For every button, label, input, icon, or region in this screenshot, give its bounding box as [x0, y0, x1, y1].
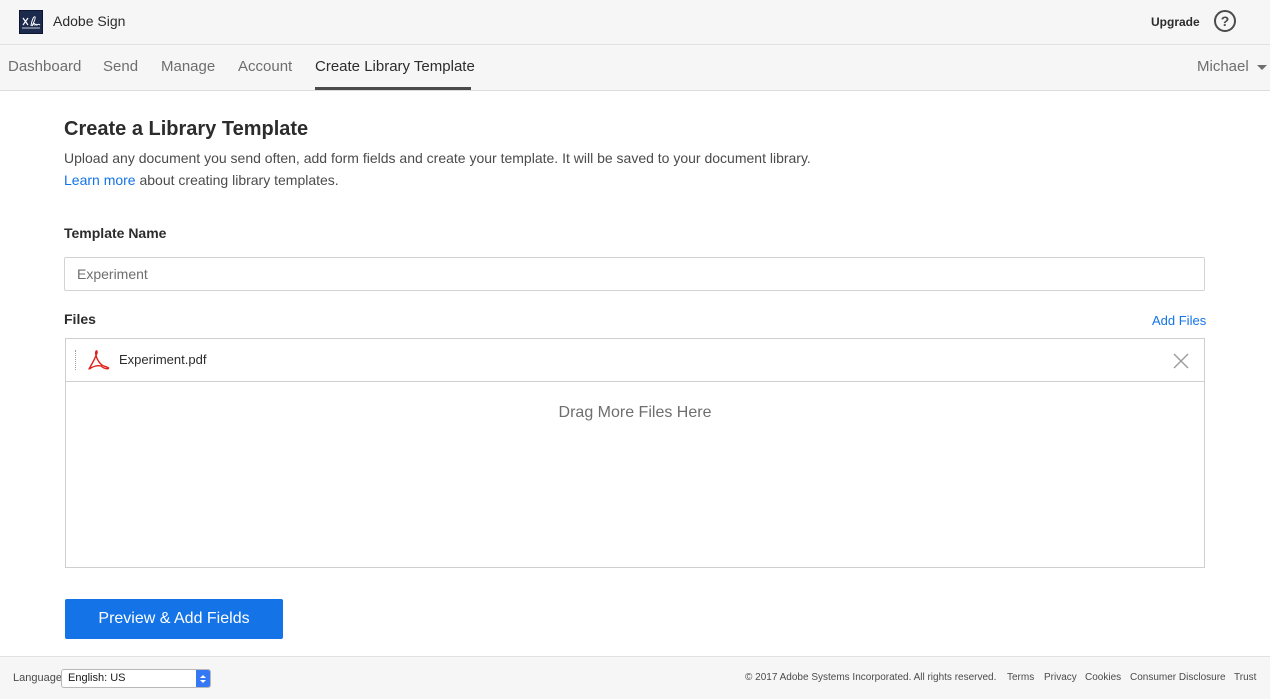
intro-text: Upload any document you send often, add … — [64, 150, 811, 166]
file-name: Experiment.pdf — [119, 352, 207, 367]
select-arrows-icon — [196, 670, 210, 687]
footer-link-terms[interactable]: Terms — [1007, 672, 1034, 683]
template-name-input[interactable] — [64, 257, 1205, 291]
file-row[interactable]: Experiment.pdf — [66, 339, 1204, 382]
help-icon[interactable]: ? — [1214, 10, 1236, 32]
add-files-link[interactable]: Add Files — [1152, 313, 1206, 328]
footer-link-cookies[interactable]: Cookies — [1085, 672, 1121, 683]
preview-add-fields-button[interactable]: Preview & Add Fields — [65, 599, 283, 639]
drop-zone-text: Drag More Files Here — [558, 404, 712, 421]
app-title: Adobe Sign — [53, 13, 126, 29]
nav-item-manage[interactable]: Manage — [161, 58, 215, 75]
footer-link-trust[interactable]: Trust — [1234, 672, 1256, 683]
drag-handle-icon[interactable] — [75, 350, 77, 370]
language-select[interactable]: English: US — [61, 669, 211, 688]
page-description: Upload any document you send often, add … — [64, 147, 824, 191]
files-box: Experiment.pdf Drag More Files Here — [65, 338, 1205, 568]
footer-link-privacy[interactable]: Privacy — [1044, 672, 1077, 683]
adobe-sign-logo-icon[interactable] — [19, 10, 43, 34]
nav-item-send[interactable]: Send — [103, 58, 138, 75]
footer: Language English: US © 2017 Adobe System… — [0, 656, 1270, 699]
file-drop-zone[interactable]: Drag More Files Here — [66, 382, 1204, 567]
close-icon[interactable] — [1173, 353, 1189, 369]
page-title: Create a Library Template — [64, 118, 309, 140]
top-bar: Adobe Sign Upgrade ? — [0, 0, 1270, 45]
copyright-text: © 2017 Adobe Systems Incorporated. All r… — [745, 672, 997, 683]
pdf-file-icon — [88, 350, 110, 370]
nav-item-dashboard[interactable]: Dashboard — [8, 58, 81, 75]
chevron-down-icon — [1256, 65, 1267, 70]
language-select-value: English: US — [68, 672, 126, 684]
main-nav: Dashboard Send Manage Account Create Lib… — [0, 45, 1270, 91]
template-name-label: Template Name — [64, 225, 167, 241]
intro-text-end: about creating library templates. — [135, 172, 339, 188]
nav-item-account[interactable]: Account — [238, 58, 292, 75]
language-label: Language — [13, 672, 62, 684]
upgrade-link[interactable]: Upgrade — [1151, 15, 1200, 29]
user-menu[interactable]: Michael — [1197, 58, 1267, 75]
nav-item-create-library-template[interactable]: Create Library Template — [315, 58, 475, 75]
files-label: Files — [64, 311, 96, 327]
footer-link-consumer-disclosure[interactable]: Consumer Disclosure — [1130, 672, 1226, 683]
active-tab-indicator — [315, 87, 471, 90]
learn-more-link[interactable]: Learn more — [64, 172, 136, 188]
user-name: Michael — [1197, 58, 1249, 75]
